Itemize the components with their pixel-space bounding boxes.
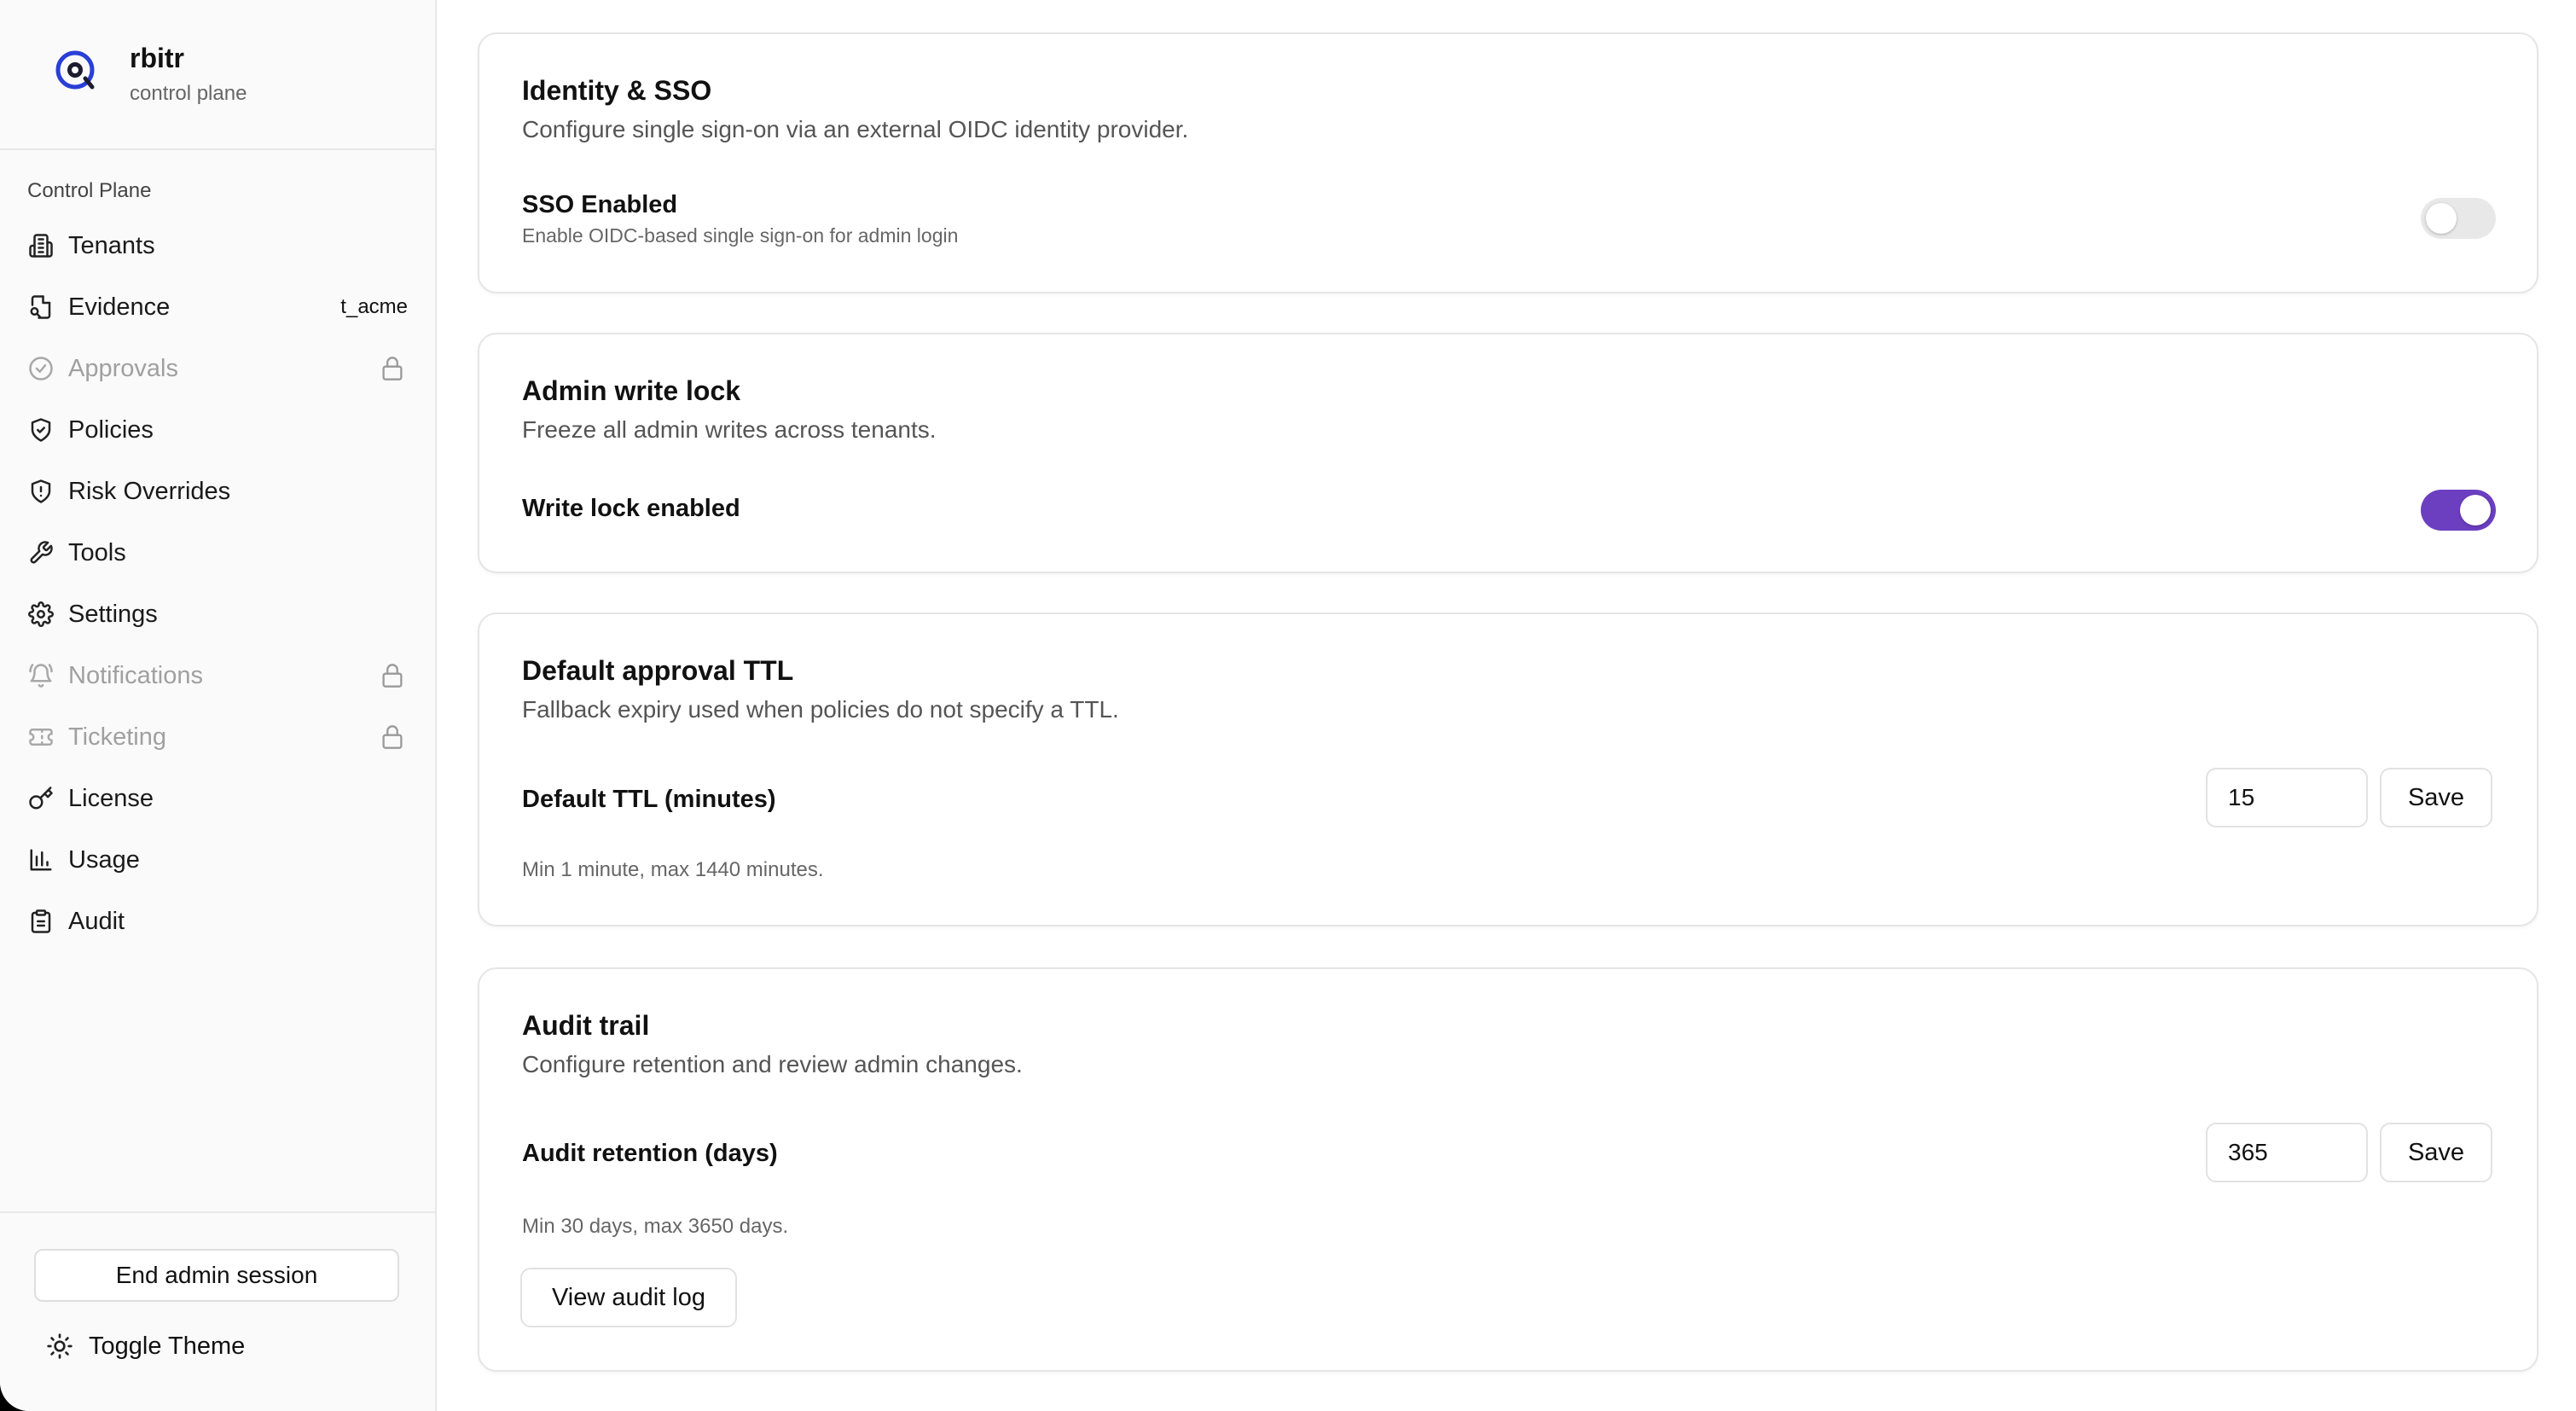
toggle-knob	[2426, 203, 2457, 234]
default-ttl-label: Default TTL (minutes)	[522, 786, 776, 813]
check-circle-icon	[27, 355, 55, 382]
card-description: Configure retention and review admin cha…	[522, 1051, 1023, 1077]
clipboard-icon	[27, 908, 55, 935]
sidebar-footer: End admin session Toggle Theme	[0, 1211, 435, 1411]
shield-alert-icon	[27, 478, 55, 505]
gear-icon	[27, 601, 55, 628]
audit-trail-card: Audit trail Configure retention and revi…	[478, 967, 2538, 1372]
card-title: Default approval TTL	[522, 655, 794, 686]
app-window: rbitr control plane Control Plane Tenant…	[0, 0, 2576, 1411]
card-description: Fallback expiry used when policies do no…	[522, 696, 1119, 723]
lock-icon	[382, 664, 403, 688]
shield-check-icon	[27, 416, 55, 444]
sidebar-item-approvals[interactable]: Approvals	[14, 342, 423, 395]
sidebar-item-notifications[interactable]: Notifications	[14, 649, 423, 702]
sidebar-item-usage[interactable]: Usage	[14, 833, 423, 886]
sso-enabled-toggle[interactable]	[2421, 198, 2496, 239]
brand-name: rbitr	[130, 43, 184, 73]
sidebar-item-settings[interactable]: Settings	[14, 588, 423, 641]
wrench-icon	[27, 539, 55, 566]
lock-icon	[382, 725, 403, 749]
tenant-badge: t_acme	[340, 295, 408, 318]
sidebar-item-label: Audit	[68, 907, 125, 935]
sidebar-item-evidence[interactable]: Evidence t_acme	[14, 281, 423, 334]
nav-section-label: Control Plane	[27, 179, 152, 202]
toggle-theme-label: Toggle Theme	[89, 1332, 246, 1360]
card-title: Audit trail	[522, 1010, 650, 1041]
sidebar-item-label: Policies	[68, 415, 154, 444]
sidebar-item-label: License	[68, 784, 154, 812]
write-lock-toggle[interactable]	[2421, 490, 2496, 531]
brand-header: rbitr control plane	[0, 0, 435, 150]
key-icon	[27, 785, 55, 812]
toggle-knob	[2460, 495, 2491, 525]
sso-card: Identity & SSO Configure single sign-on …	[478, 32, 2538, 293]
default-ttl-input[interactable]	[2206, 768, 2368, 827]
lock-icon	[382, 357, 403, 380]
save-ttl-button[interactable]: Save	[2380, 768, 2492, 827]
card-description: Configure single sign-on via an external…	[522, 116, 1189, 142]
sidebar-item-label: Tools	[68, 538, 126, 566]
write-lock-label: Write lock enabled	[522, 495, 740, 522]
retention-hint: Min 30 days, max 3650 days.	[522, 1215, 789, 1238]
sidebar: rbitr control plane Control Plane Tenant…	[0, 0, 437, 1411]
sidebar-item-label: Notifications	[68, 661, 203, 689]
sidebar-item-label: Risk Overrides	[68, 477, 231, 505]
sidebar-item-label: Tenants	[68, 231, 155, 259]
card-title: Admin write lock	[522, 375, 741, 406]
card-title: Identity & SSO	[522, 75, 712, 106]
card-description: Freeze all admin writes across tenants.	[522, 416, 937, 443]
building-icon	[27, 232, 55, 259]
ttl-hint: Min 1 minute, max 1440 minutes.	[522, 858, 824, 881]
sun-icon	[47, 1333, 73, 1359]
sidebar-item-risk-overrides[interactable]: Risk Overrides	[14, 465, 423, 518]
sidebar-item-label: Usage	[68, 845, 140, 874]
save-retention-button[interactable]: Save	[2380, 1123, 2492, 1182]
file-search-icon	[27, 293, 55, 321]
end-admin-session-button[interactable]: End admin session	[34, 1249, 399, 1302]
view-audit-log-button[interactable]: View audit log	[520, 1268, 737, 1327]
sidebar-item-label: Settings	[68, 600, 158, 628]
bar-chart-icon	[27, 846, 55, 874]
write-lock-card: Admin write lock Freeze all admin writes…	[478, 333, 2538, 573]
toggle-theme-button[interactable]: Toggle Theme	[46, 1324, 245, 1368]
brand-subtitle: control plane	[130, 82, 247, 105]
audit-retention-input[interactable]	[2206, 1123, 2368, 1182]
audit-retention-label: Audit retention (days)	[522, 1140, 778, 1167]
bell-icon	[27, 662, 55, 689]
ticket-icon	[27, 723, 55, 751]
sidebar-item-license[interactable]: License	[14, 772, 423, 825]
settings-main: Identity & SSO Configure single sign-on …	[437, 0, 2576, 1411]
sidebar-item-audit[interactable]: Audit	[14, 895, 423, 948]
sso-enabled-label: SSO Enabled	[522, 191, 678, 218]
sidebar-item-tools[interactable]: Tools	[14, 526, 423, 579]
sidebar-item-label: Evidence	[68, 293, 171, 321]
logo-icon	[55, 50, 95, 90]
sso-enabled-description: Enable OIDC-based single sign-on for adm…	[522, 224, 959, 247]
approval-ttl-card: Default approval TTL Fallback expiry use…	[478, 613, 2538, 926]
sidebar-item-label: Approvals	[68, 354, 178, 382]
sidebar-item-tenants[interactable]: Tenants	[14, 219, 423, 272]
sidebar-item-label: Ticketing	[68, 723, 166, 751]
sidebar-item-ticketing[interactable]: Ticketing	[14, 711, 423, 764]
sidebar-item-policies[interactable]: Policies	[14, 404, 423, 456]
